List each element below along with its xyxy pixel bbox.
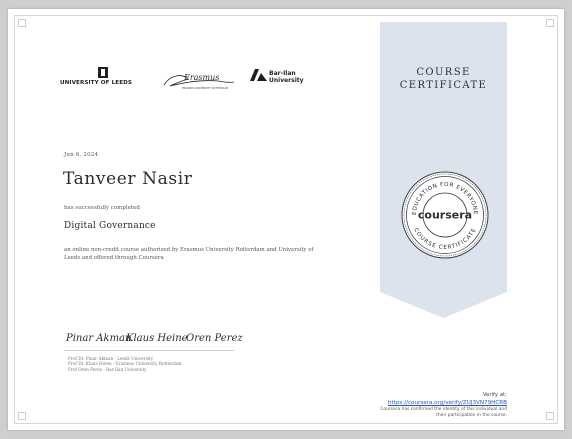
course-description: an online non-credit course authorized b… (64, 247, 314, 261)
barilan-logo-text: Bar-Ilan University (269, 70, 319, 84)
verification-block: Verify at: https://coursera.org/verify/Z… (380, 392, 507, 418)
corner-ornament (546, 412, 554, 420)
barilan-line2: University (269, 77, 304, 84)
coursera-seal: EDUCATION FOR EVERYONE COURSE CERTIFICAT… (400, 170, 490, 260)
signer-3: Prof Oren Perez - Bar-Ilan University (68, 366, 147, 372)
recipient-name: Tanveer Nasir (63, 169, 193, 189)
verify-label: Verify at: (482, 392, 507, 398)
signature-3: Oren Perez (186, 333, 243, 344)
verify-note-line2: their participation in the course. (436, 412, 507, 418)
issue-date: Jun 6, 2024 (64, 152, 99, 158)
certificate-sheet: COURSE CERTIFICATE EDUCATION FOR EVERYON… (8, 9, 564, 430)
leeds-crest-icon (98, 67, 108, 78)
ribbon-title-line1: COURSE (416, 67, 471, 78)
signature-2: Klaus Heine (125, 333, 188, 344)
seal-brand: coursera (418, 209, 472, 222)
barilan-logo: Bar-Ilan University (250, 67, 330, 93)
erasmus-subtitle: ERASMUS UNIVERSITY ROTTERDAM (182, 86, 228, 90)
seal-icon: EDUCATION FOR EVERYONE COURSE CERTIFICAT… (401, 171, 489, 259)
verify-link[interactable]: https://coursera.org/verify/ZUJ3VN79HCRB (380, 399, 507, 407)
course-name: Digital Governance (64, 221, 156, 231)
verify-note-line1: Coursera has confirmed the identity of t… (380, 407, 507, 412)
university-logos: UNIVERSITY OF LEEDS Erasmus ERASMUS UNIV… (60, 67, 360, 93)
leeds-logo: UNIVERSITY OF LEEDS (60, 67, 150, 93)
ribbon-title-line2: CERTIFICATE (399, 80, 488, 91)
barilan-mark-icon (250, 69, 267, 81)
erasmus-logo: Erasmus ERASMUS UNIVERSITY ROTTERDAM (158, 67, 240, 93)
corner-ornament (18, 412, 26, 420)
signatures: Pinar Akman Klaus Heine Oren Perez (64, 325, 244, 347)
signer-list: Prof Dr. Pinar Akman - Leeds University … (68, 356, 181, 372)
signature-divider (64, 350, 234, 351)
leeds-logo-text: UNIVERSITY OF LEEDS (60, 80, 132, 86)
certificate-ribbon: COURSE CERTIFICATE EDUCATION FOR EVERYON… (380, 22, 507, 318)
signature-images: Pinar Akman Klaus Heine Oren Perez (65, 333, 243, 344)
erasmus-script: Erasmus (183, 73, 219, 82)
corner-ornament (546, 19, 554, 27)
barilan-line1: Bar-Ilan (269, 70, 296, 77)
corner-ornament (18, 19, 26, 27)
completion-statement: has successfully completed (64, 205, 140, 211)
erasmus-logo-icon: Erasmus ERASMUS UNIVERSITY ROTTERDAM (163, 73, 235, 90)
signature-1: Pinar Akman (65, 333, 131, 344)
